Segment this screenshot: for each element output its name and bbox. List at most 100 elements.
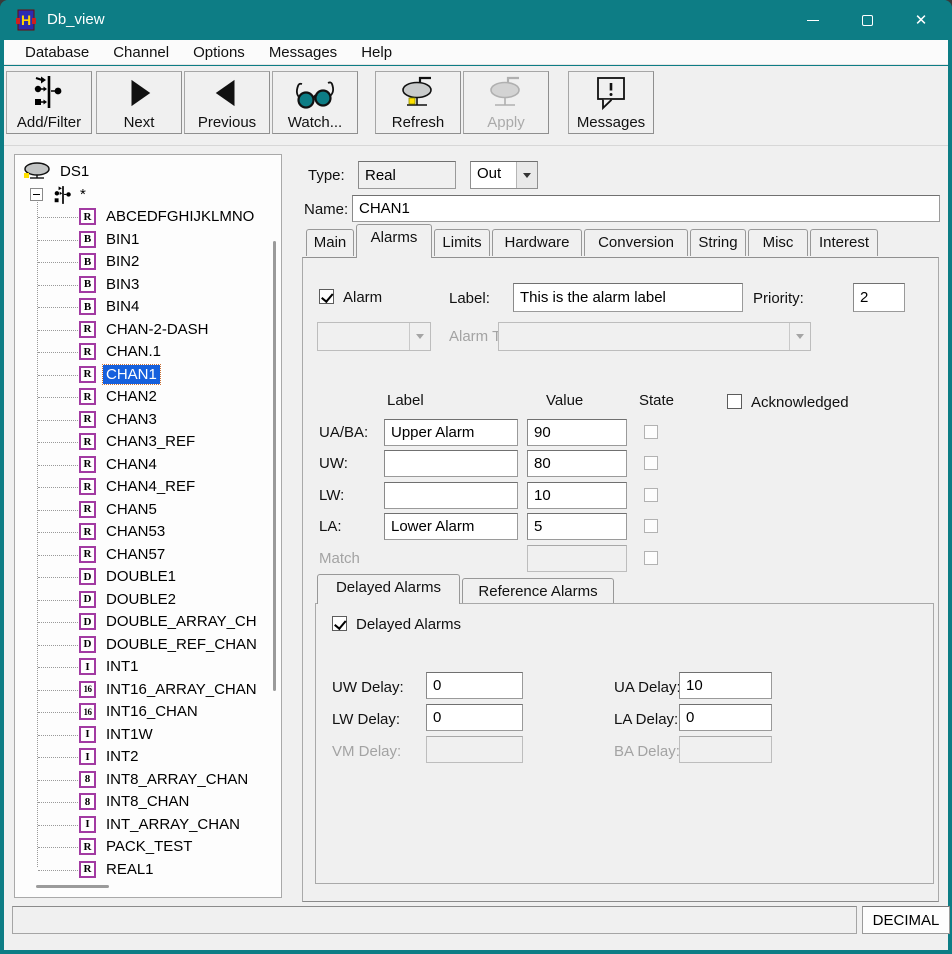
tab-alarms[interactable]: Alarms — [356, 224, 432, 258]
tree-item[interactable]: R PACK_TEST — [15, 836, 281, 859]
tree-item[interactable]: 8 INT8_CHAN — [15, 791, 281, 814]
tab-reference-alarms[interactable]: Reference Alarms — [462, 578, 614, 604]
tree-root-row[interactable]: DS1 — [15, 161, 281, 184]
menu-database[interactable]: Database — [14, 42, 100, 63]
tree-item[interactable]: R CHAN3_REF — [15, 431, 281, 454]
tab-main[interactable]: Main — [306, 229, 354, 256]
tree-item[interactable]: B BIN1 — [15, 229, 281, 252]
add-filter-button[interactable]: Add/Filter — [6, 71, 92, 134]
minimize-button[interactable] — [790, 0, 836, 40]
channel-type-icon: R — [79, 411, 96, 428]
la-delay-field[interactable] — [679, 704, 772, 731]
tree-item[interactable]: D DOUBLE2 — [15, 589, 281, 612]
tree-item[interactable]: R CHAN5 — [15, 499, 281, 522]
direction-combo[interactable]: Out — [470, 161, 538, 189]
alarms-tab-page: Alarm Label: Priority: Alarm Type: Label… — [302, 257, 939, 902]
tree-item[interactable]: B BIN4 — [15, 296, 281, 319]
tree-item[interactable]: 8 INT8_ARRAY_CHAN — [15, 769, 281, 792]
tree-item[interactable]: D DOUBLE_ARRAY_CH — [15, 611, 281, 634]
lw-value-field[interactable] — [527, 482, 627, 509]
channel-type-icon: I — [79, 748, 96, 765]
tab-limits[interactable]: Limits — [434, 229, 490, 256]
watch-glasses-icon — [273, 80, 357, 110]
lw-label-field[interactable] — [384, 482, 518, 509]
tab-delayed-alarms[interactable]: Delayed Alarms — [317, 574, 460, 604]
ua-delay-field[interactable] — [679, 672, 772, 699]
channel-type-icon: I — [79, 816, 96, 833]
tree-vertical-scrollbar[interactable] — [273, 241, 276, 691]
messages-button[interactable]: Messages — [568, 71, 654, 134]
tab-string[interactable]: String — [690, 229, 746, 256]
tree-item-label: CHAN3 — [103, 410, 160, 429]
tree-item[interactable]: 16 INT16_ARRAY_CHAN — [15, 679, 281, 702]
priority-field[interactable] — [853, 283, 905, 312]
channel-type-icon: R — [79, 433, 96, 450]
tree-item[interactable]: B BIN2 — [15, 251, 281, 274]
uaba-value-field[interactable] — [527, 419, 627, 446]
tree-item[interactable]: R ABCEDFGHIJKLMNO — [15, 206, 281, 229]
tab-interest[interactable]: Interest — [810, 229, 878, 256]
tree-item[interactable]: R CHAN3 — [15, 409, 281, 432]
uw-label-field[interactable] — [384, 450, 518, 477]
next-button[interactable]: Next — [96, 71, 182, 134]
acknowledged-checkbox[interactable] — [727, 394, 742, 409]
tree-item[interactable]: R CHAN2 — [15, 386, 281, 409]
previous-icon — [185, 78, 269, 108]
tab-hardware[interactable]: Hardware — [492, 229, 582, 256]
tree-item[interactable]: I INT_ARRAY_CHAN — [15, 814, 281, 837]
uw-delay-field[interactable] — [426, 672, 523, 699]
tab-conversion[interactable]: Conversion — [584, 229, 688, 256]
apply-button[interactable]: Apply — [463, 71, 549, 134]
menu-help[interactable]: Help — [350, 42, 403, 63]
chevron-down-icon — [796, 334, 804, 339]
name-field[interactable] — [352, 195, 940, 222]
tree-item-label: INT1W — [103, 725, 156, 744]
tree-item[interactable]: R CHAN57 — [15, 544, 281, 567]
status-mode-badge[interactable]: DECIMAL — [862, 906, 950, 934]
tree-item-label: CHAN-2-DASH — [103, 320, 212, 339]
maximize-button[interactable] — [844, 0, 890, 40]
collapse-icon[interactable] — [30, 188, 43, 201]
tree-item-label: DOUBLE2 — [103, 590, 179, 609]
previous-button[interactable]: Previous — [184, 71, 270, 134]
refresh-button[interactable]: Refresh — [375, 71, 461, 134]
channel-type-icon: 8 — [79, 793, 96, 810]
tab-misc[interactable]: Misc — [748, 229, 808, 256]
tree-item[interactable]: I INT1 — [15, 656, 281, 679]
close-button[interactable]: ✕ — [898, 0, 944, 40]
la-state-checkbox — [644, 519, 658, 533]
menu-channel[interactable]: Channel — [102, 42, 180, 63]
tree-group-row[interactable]: * — [15, 184, 281, 207]
channel-type-icon: R — [79, 388, 96, 405]
tree-item[interactable]: I INT1W — [15, 724, 281, 747]
uw-value-field[interactable] — [527, 450, 627, 477]
tree-item[interactable]: D DOUBLE1 — [15, 566, 281, 589]
direction-dropdown-button[interactable] — [516, 162, 537, 188]
add-filter-icon — [7, 75, 91, 109]
window-title: Db_view — [47, 11, 105, 28]
tree-item[interactable]: R REAL1 — [15, 859, 281, 882]
alarm-checkbox[interactable] — [319, 289, 334, 304]
delayed-alarms-checkbox[interactable] — [332, 616, 347, 631]
menu-options[interactable]: Options — [182, 42, 256, 63]
alarm-label-field[interactable] — [513, 283, 743, 312]
la-value-field[interactable] — [527, 513, 627, 540]
tree-item[interactable]: B BIN3 — [15, 274, 281, 297]
menu-messages[interactable]: Messages — [258, 42, 348, 63]
tree-item[interactable]: R CHAN.1 — [15, 341, 281, 364]
tree-item[interactable]: R CHAN-2-DASH — [15, 319, 281, 342]
tree-item[interactable]: R CHAN4 — [15, 454, 281, 477]
tree-item[interactable]: R CHAN53 — [15, 521, 281, 544]
uaba-label-field[interactable] — [384, 419, 518, 446]
tree-item-label: CHAN5 — [103, 500, 160, 519]
tree-horizontal-scrollbar[interactable] — [36, 885, 109, 888]
tree-item[interactable]: D DOUBLE_REF_CHAN — [15, 634, 281, 657]
lw-delay-field[interactable] — [426, 704, 523, 731]
watch-button[interactable]: Watch... — [272, 71, 358, 134]
tree-item[interactable]: R CHAN1 — [15, 364, 281, 387]
row-label-uaba: UA/BA: — [319, 424, 368, 441]
tree-item[interactable]: I INT2 — [15, 746, 281, 769]
la-label-field[interactable] — [384, 513, 518, 540]
tree-item[interactable]: 16 INT16_CHAN — [15, 701, 281, 724]
tree-item[interactable]: R CHAN4_REF — [15, 476, 281, 499]
